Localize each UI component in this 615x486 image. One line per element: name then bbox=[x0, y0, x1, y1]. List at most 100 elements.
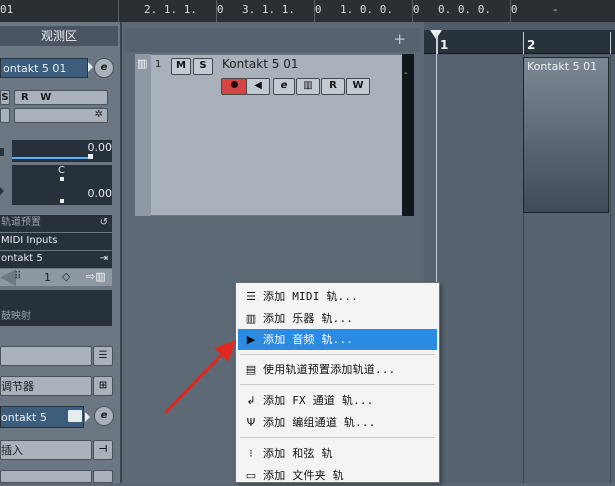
section-list-icon[interactable]: ☰ bbox=[93, 346, 113, 366]
ruler-tick bbox=[523, 32, 524, 54]
position-readout-4: 1. 0. 0. 0 bbox=[340, 3, 420, 16]
mute-button[interactable]: M bbox=[171, 58, 191, 75]
menu-item-label: 使用轨道预置添加轨道... bbox=[263, 363, 396, 376]
menu-item-add-group-channel[interactable]: Ψ 添加 编组通道 轨... bbox=[238, 412, 437, 433]
meter-level-mark: - bbox=[404, 68, 408, 79]
divider bbox=[118, 0, 119, 22]
track-color-strip[interactable]: ▥ bbox=[135, 54, 151, 216]
write-button[interactable]: W bbox=[40, 92, 51, 103]
expand-arrow-icon[interactable] bbox=[85, 412, 90, 422]
menu-item-label: 添加 编组通道 轨... bbox=[263, 416, 376, 429]
slider-handle[interactable] bbox=[88, 154, 93, 159]
divider bbox=[412, 0, 413, 22]
menu-item-add-instrument-track[interactable]: ▥ 添加 乐器 轨... bbox=[238, 308, 437, 329]
menu-separator bbox=[240, 384, 435, 385]
section-sends-icon[interactable] bbox=[93, 470, 113, 483]
piano-icon[interactable] bbox=[68, 410, 82, 422]
menu-separator bbox=[240, 437, 435, 438]
inspector-title: 观测区 bbox=[0, 26, 118, 46]
track-preset-label: 轨道预置 bbox=[1, 217, 41, 228]
solo-button[interactable]: S bbox=[193, 58, 213, 75]
pan-center-label: C bbox=[58, 165, 65, 176]
pan-slider[interactable]: C 0.00 bbox=[12, 165, 112, 205]
midi-input-field[interactable]: MIDI Inputs bbox=[0, 233, 112, 250]
track-preset-icon: ▤ bbox=[245, 363, 257, 376]
gear-icon[interactable]: ✲ bbox=[95, 109, 103, 120]
drum-map-label[interactable]: 鼓映射 bbox=[0, 309, 112, 326]
volume-icon bbox=[0, 148, 4, 156]
read-write-buttons[interactable]: R W bbox=[14, 90, 108, 105]
divider bbox=[314, 0, 315, 22]
midi-output-field[interactable]: ontakt 5 ⇥ bbox=[0, 251, 112, 268]
volume-slider[interactable]: 0.00 bbox=[12, 140, 112, 162]
keyboard-icon[interactable]: ▥ bbox=[296, 78, 320, 95]
audio-track-icon: ▶ bbox=[246, 333, 256, 346]
lock-icon[interactable]: ◇ bbox=[62, 270, 70, 283]
section-notepad[interactable] bbox=[0, 346, 92, 366]
section-sends[interactable] bbox=[0, 470, 92, 483]
read-button[interactable]: R bbox=[21, 92, 29, 103]
add-track-context-menu: ☰ 添加 MIDI 轨... ▥ 添加 乐器 轨... ▶ 添加 音频 轨...… bbox=[235, 282, 440, 483]
section-eq[interactable]: 调节器 bbox=[0, 376, 92, 396]
monitor-button[interactable]: ◀ bbox=[246, 78, 270, 95]
position-readout-5: 0. 0. 0. 0 bbox=[438, 3, 518, 16]
transpose-value: 0.00 bbox=[87, 187, 113, 200]
inspector-track-name[interactable]: ontakt 5 01 bbox=[0, 58, 88, 78]
group-channel-icon: Ψ bbox=[246, 416, 256, 429]
track-name[interactable]: Kontakt 5 01 bbox=[222, 57, 298, 71]
menu-item-add-chord-track[interactable]: ⁝ 添加 和弦 轨 bbox=[238, 443, 437, 464]
bar-number-1: 1 bbox=[440, 38, 449, 52]
add-track-icon[interactable]: + bbox=[393, 30, 406, 48]
channel-value[interactable]: 1 bbox=[44, 271, 51, 284]
drum-map-field[interactable] bbox=[0, 290, 112, 309]
track-meter: - bbox=[402, 54, 414, 216]
menu-item-add-fx-channel[interactable]: ↲ 添加 FX 通道 轨... bbox=[238, 390, 437, 411]
timeline-ruler[interactable] bbox=[424, 30, 615, 54]
edit-instrument-button[interactable]: e bbox=[94, 406, 114, 426]
write-button[interactable]: W bbox=[346, 78, 370, 95]
track-preset-field[interactable]: 轨道预置 ↺ bbox=[0, 215, 112, 232]
midi-track-icon: ☰ bbox=[246, 290, 256, 303]
edit-button[interactable]: e bbox=[273, 78, 295, 95]
grid-icon: ⠿ bbox=[14, 271, 22, 282]
position-readout-6: - bbox=[552, 3, 559, 16]
volume-value: 0.00 bbox=[87, 141, 113, 154]
section-eq-icon[interactable]: ⊞ bbox=[93, 376, 113, 396]
bar-gridline bbox=[610, 55, 611, 483]
section-inserts-icon[interactable]: ⊣ bbox=[93, 440, 113, 460]
settings-bar[interactable]: ✲ bbox=[14, 108, 108, 123]
record-enable-button[interactable] bbox=[221, 78, 247, 95]
menu-item-label: 添加 MIDI 轨... bbox=[263, 290, 359, 303]
instrument-icon: ▥ bbox=[137, 57, 148, 70]
keyboard-icon[interactable]: ⇨▥ bbox=[86, 270, 106, 283]
midi-output-label: ontakt 5 bbox=[1, 253, 43, 264]
midi-part-clip[interactable]: Kontakt 5 01 bbox=[523, 57, 609, 213]
chord-track-icon: ⁝ bbox=[249, 447, 253, 460]
position-readout-1: 01 bbox=[0, 3, 14, 16]
menu-item-label: 添加 音频 轨... bbox=[263, 333, 354, 346]
menu-separator bbox=[240, 354, 435, 355]
solo-button[interactable]: S bbox=[0, 90, 10, 105]
expand-arrow-icon[interactable] bbox=[88, 62, 93, 72]
menu-item-label: 添加 乐器 轨... bbox=[263, 312, 354, 325]
divider bbox=[216, 0, 217, 22]
read-button[interactable]: R bbox=[321, 78, 345, 95]
menu-item-label: 添加 FX 通道 轨... bbox=[263, 394, 374, 407]
position-readout-3: 3. 1. 1. 0 bbox=[242, 3, 322, 16]
monitor-button[interactable] bbox=[0, 108, 10, 123]
fx-channel-icon: ↲ bbox=[246, 394, 256, 407]
slider-handle[interactable] bbox=[60, 199, 64, 203]
menu-item-add-midi-track[interactable]: ☰ 添加 MIDI 轨... bbox=[238, 286, 437, 307]
edit-instrument-button[interactable]: e bbox=[94, 58, 114, 78]
output-routing-icon: ⇥ bbox=[99, 253, 108, 264]
menu-item-add-audio-track[interactable]: ▶ 添加 音频 轨... bbox=[238, 329, 437, 350]
ruler-tick bbox=[610, 32, 611, 54]
pan-handle[interactable] bbox=[60, 177, 64, 181]
menu-item-add-from-preset[interactable]: ▤ 使用轨道预置添加轨道... bbox=[238, 359, 437, 380]
instrument-track-icon: ▥ bbox=[245, 312, 257, 325]
position-readout-2: 2. 1. 1. 0 bbox=[144, 3, 224, 16]
menu-item-label: 添加 和弦 轨 bbox=[263, 447, 333, 460]
refresh-icon[interactable]: ↺ bbox=[100, 215, 108, 231]
volume-fill bbox=[12, 157, 90, 159]
section-inserts[interactable]: 插入 bbox=[0, 440, 92, 460]
